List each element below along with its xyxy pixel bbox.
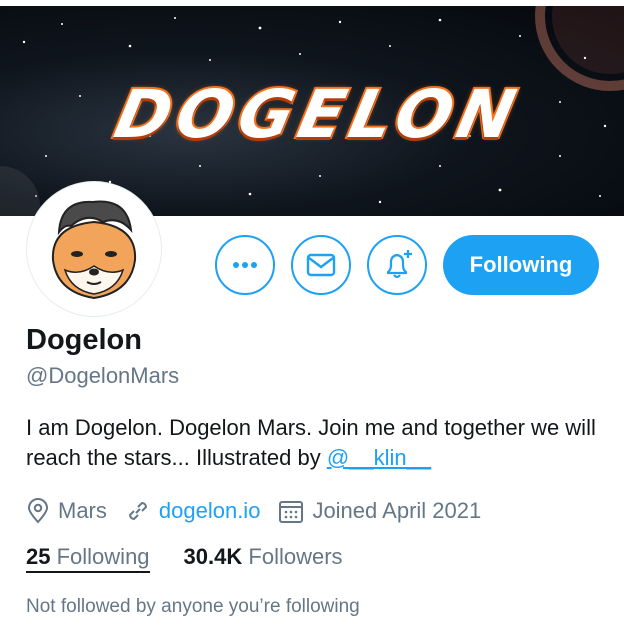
notifications-button[interactable]	[367, 235, 427, 295]
location-pin-icon	[27, 498, 49, 524]
location: Mars	[26, 498, 107, 524]
bio: I am Dogelon. Dogelon Mars. Join me and …	[26, 413, 596, 473]
follow-stats: 25 Following 30.4K Followers	[26, 544, 343, 573]
display-name: Dogelon	[26, 324, 142, 356]
banner-title: DOGELON	[106, 74, 530, 155]
website: dogelon.io	[125, 498, 261, 524]
bio-text: I am Dogelon. Dogelon Mars. Join me and …	[26, 415, 596, 470]
bio-mention-link[interactable]: @__klin__	[327, 445, 431, 470]
followers-count: 30.4K	[183, 544, 243, 569]
followers-stat[interactable]: 30.4K Followers	[184, 544, 343, 573]
followers-you-know-note: Not followed by anyone you’re following	[26, 596, 360, 617]
message-button[interactable]	[291, 235, 351, 295]
following-button[interactable]: Following	[443, 235, 599, 295]
join-date: Joined April 2021	[278, 498, 481, 524]
avatar[interactable]	[26, 181, 162, 317]
following-count: 25	[26, 544, 51, 569]
more-dots-icon	[233, 262, 257, 268]
shiba-avatar-illustration	[31, 186, 157, 312]
website-link[interactable]: dogelon.io	[159, 498, 261, 524]
link-icon	[128, 501, 147, 521]
calendar-icon	[279, 501, 304, 523]
location-text: Mars	[58, 498, 107, 523]
followers-label: Followers	[248, 544, 343, 569]
profile-meta: Mars dogelon.io Joined April 2021	[26, 494, 499, 528]
joined-text: Joined April 2021	[312, 498, 482, 523]
bell-plus-icon	[386, 250, 412, 279]
following-stat[interactable]: 25 Following	[26, 544, 150, 573]
user-handle: @DogelonMars	[26, 363, 180, 388]
following-label: Following	[56, 544, 150, 569]
more-button[interactable]	[215, 235, 275, 295]
envelope-icon	[306, 253, 336, 277]
